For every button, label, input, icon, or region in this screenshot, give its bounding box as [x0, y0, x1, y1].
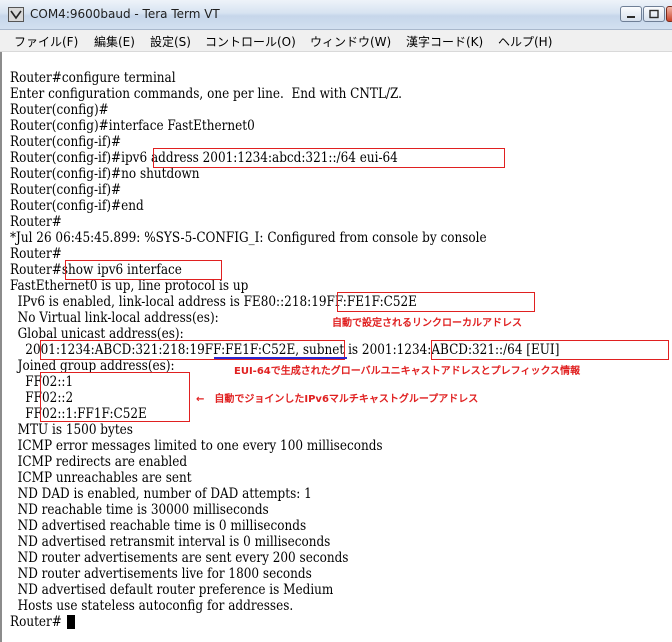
terminal-line: ND router advertisements are sent every … [10, 550, 349, 566]
highlight-link-local-address [337, 292, 535, 312]
terminal-screen[interactable]: Router#configure terminal Enter configur… [0, 52, 672, 642]
link-local-note: 自動で設定されるリンクローカルアドレス [332, 318, 522, 329]
terminal-line: Enter configuration commands, one per li… [10, 86, 402, 102]
terminal-line: MTU is 1500 bytes [10, 422, 133, 438]
terminal-line: Router(config)# [10, 102, 109, 118]
terminal-line: ND DAD is enabled, number of DAD attempt… [10, 486, 312, 502]
menu-kanji-code[interactable]: 漢字コード(K) [406, 33, 483, 50]
terminal-line: ICMP error messages limited to one every… [10, 438, 383, 454]
terminal-line: ICMP redirects are enabled [10, 454, 188, 470]
menu-help[interactable]: ヘルプ(H) [498, 33, 552, 50]
terminal-line: ND advertised reachable time is 0 millis… [10, 518, 307, 534]
terminal-line: ICMP unreachables are sent [10, 470, 192, 486]
terminal-line: Router(config-if)# [10, 134, 122, 150]
tera-term-app-icon[interactable] [8, 7, 24, 22]
terminal-line: ND advertised retransmit interval is 0 m… [10, 534, 331, 550]
menu-edit[interactable]: 編集(E) [94, 33, 135, 50]
text-cursor [67, 615, 75, 629]
minimize-button[interactable] [620, 6, 642, 22]
highlight-ipv6-address-command [153, 148, 505, 168]
menu-control[interactable]: コントロール(O) [205, 33, 296, 50]
terminal-line: No Virtual link-local address(es): [10, 310, 219, 326]
terminal-line: Router# [10, 614, 62, 630]
terminal-line: Router(config-if)#no shutdown [10, 166, 200, 182]
terminal-line: ND advertised default router preference … [10, 582, 334, 598]
window-title: COM4:9600baud - Tera Term VT [30, 7, 220, 21]
terminal-line: ND router advertisements live for 1800 s… [10, 566, 312, 582]
terminal-line: FastEthernet0 is up, line protocol is up [10, 278, 249, 294]
highlight-show-ipv6-interface [65, 260, 222, 280]
menu-settings[interactable]: 設定(S) [150, 33, 191, 50]
terminal-line: Hosts use stateless autoconfig for addre… [10, 598, 294, 614]
terminal-line: Router# [10, 246, 62, 262]
title-bar[interactable]: COM4:9600baud - Tera Term VT [0, 0, 672, 30]
maximize-button[interactable] [643, 6, 665, 22]
terminal-line: Router(config)#interface FastEthernet0 [10, 118, 255, 134]
close-icon [667, 7, 672, 21]
highlight-subnet-prefix [431, 340, 669, 360]
terminal-line: Router(config-if)# [10, 182, 122, 198]
terminal-line: Router# [10, 214, 62, 230]
terminal-line: Router(config-if)#end [10, 198, 144, 214]
global-address-note: EUI-64で生成されたグローバルユニキャストアドレスとプレフィックス情報 [234, 366, 581, 377]
terminal-line: *Jul 26 06:45:45.899: %SYS-5-CONFIG_I: C… [10, 230, 487, 246]
terminal-line: Router#configure terminal [10, 70, 176, 86]
minimize-icon [627, 16, 635, 18]
close-button[interactable] [666, 6, 672, 22]
menu-window[interactable]: ウィンドウ(W) [310, 33, 391, 50]
menu-bar: ファイル(F) 編集(E) 設定(S) コントロール(O) ウィンドウ(W) 漢… [0, 30, 672, 52]
multicast-group-note: ← 自動でジョインしたIPv6マルチキャストグループアドレス [196, 394, 479, 405]
maximize-icon [649, 9, 659, 19]
menu-file[interactable]: ファイル(F) [14, 33, 78, 50]
highlight-joined-groups [40, 372, 190, 422]
eui64-interface-id-underline [214, 357, 347, 359]
terminal-line: ND reachable time is 30000 milliseconds [10, 502, 269, 518]
